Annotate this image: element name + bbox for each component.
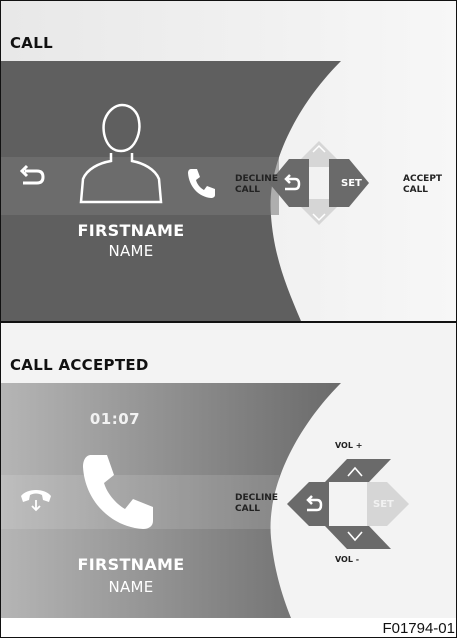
- contact-last-name: NAME: [108, 578, 154, 596]
- set-key-label: SET: [341, 178, 362, 189]
- figure-code: F01794-01: [382, 620, 455, 637]
- call-accepted-screen: CALL ACCEPTED 01:07 FIRSTNAME NAME VOL +…: [1, 323, 456, 618]
- decline-call-label: DECLINE CALL: [235, 493, 278, 514]
- set-key-label: SET: [373, 499, 394, 510]
- decline-call-label: DECLINE CALL: [235, 174, 278, 195]
- incoming-call-graphics: [1, 1, 456, 321]
- contact-last-name: NAME: [108, 242, 154, 260]
- vol-up-label: VOL +: [335, 441, 363, 450]
- screen-title: CALL: [10, 34, 53, 52]
- vol-down-label: VOL -: [335, 555, 360, 564]
- screen-title: CALL ACCEPTED: [10, 356, 149, 374]
- incoming-call-screen: CALL FIRSTNAME NAME DECLINE CALL ACCEPT …: [1, 1, 456, 321]
- contact-first-name: FIRSTNAME: [77, 555, 185, 574]
- accept-call-label: ACCEPT CALL: [403, 174, 443, 195]
- call-timer: 01:07: [89, 410, 141, 428]
- contact-first-name: FIRSTNAME: [77, 221, 185, 240]
